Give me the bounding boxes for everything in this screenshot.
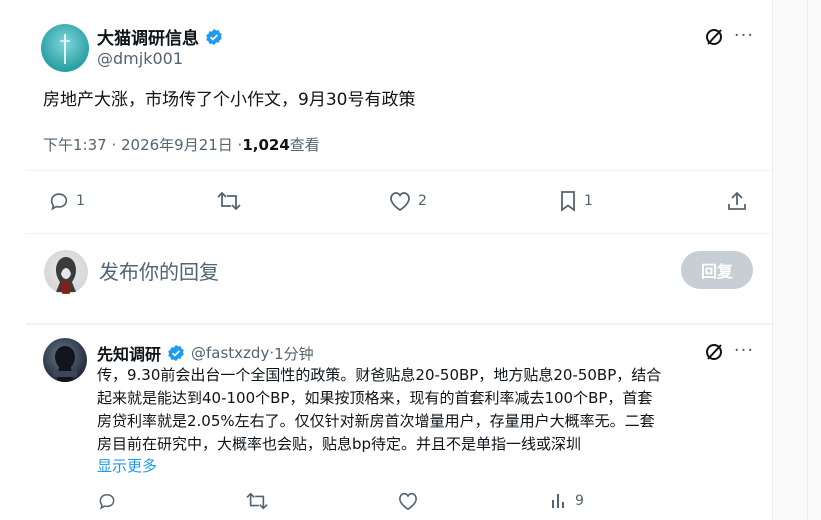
grok-icon[interactable] xyxy=(703,341,725,363)
views-action[interactable]: 9 xyxy=(549,491,584,511)
divider xyxy=(26,233,772,234)
views-icon xyxy=(552,494,564,508)
more-icon[interactable]: ··· xyxy=(733,24,755,46)
show-more-link[interactable]: 显示更多 xyxy=(97,455,157,476)
tweet-text: 房地产大涨，市场传了个小作文，9月30号有政策 xyxy=(43,90,416,110)
retweet-icon xyxy=(246,492,268,510)
reply-text: 传，9.30前会出台一个全国性的政策。财爸贴息20-50BP，地方贴息20-50… xyxy=(97,364,769,456)
views-label: 查看 xyxy=(289,136,320,154)
reply-button[interactable]: 回复 xyxy=(681,251,753,289)
reply-input[interactable]: 发布你的回复 xyxy=(99,256,219,285)
reply-text-line: 传，9.30前会出台一个全国性的政策。财爸贴息20-50BP，地方贴息20-50… xyxy=(97,366,662,384)
bookmark-icon xyxy=(561,191,575,212)
reply-count: 1 xyxy=(76,193,85,209)
reply-action[interactable]: 1 xyxy=(48,190,85,212)
reply-time[interactable]: 1分钟 xyxy=(274,343,314,364)
reply-icon xyxy=(99,493,115,510)
reply-icon xyxy=(50,193,68,211)
reply-text-line: 房目前在研究中，大概率也会贴，贴息bp待定。并且不是单指一线或深圳 xyxy=(97,435,582,453)
retweet-icon xyxy=(217,191,241,211)
reply-author-name[interactable]: 先知调研 xyxy=(97,341,161,365)
verified-badge-icon xyxy=(206,28,222,45)
current-user-avatar[interactable] xyxy=(44,250,88,294)
like-count: 2 xyxy=(418,193,427,209)
reply-text-line: 房贷利率就是2.05%左右了。仅仅针对新房首次增量用户，存量用户大概率无。二套 xyxy=(97,412,655,430)
retweet-action[interactable] xyxy=(216,190,242,212)
more-icon[interactable]: ··· xyxy=(733,339,755,361)
author-handle[interactable]: @dmjk001 xyxy=(97,49,183,68)
divider xyxy=(26,323,772,325)
author-name-row: 大猫调研信息 xyxy=(97,24,223,49)
verified-badge-icon xyxy=(168,344,184,362)
like-action[interactable]: 2 xyxy=(388,190,427,212)
gutter-edge xyxy=(807,0,821,520)
hooded-figure-icon xyxy=(56,257,76,294)
avatar-figure-icon xyxy=(60,34,70,64)
retweet-action[interactable] xyxy=(245,491,269,511)
tweet-timestamp[interactable]: 下午1:37 · 2026年9月21日 · xyxy=(43,134,242,155)
author-display-name[interactable]: 大猫调研信息 xyxy=(97,24,199,49)
tweet-detail-panel: 大猫调研信息 @dmjk001 ··· 房地产大涨，市场传了个小作文，9月30号… xyxy=(0,0,772,520)
reply-action[interactable] xyxy=(97,491,117,511)
reply-text-line: 起来就是能达到40-100个BP，如果按顶格来，现有的首套利率减去100个BP，… xyxy=(97,389,653,407)
like-icon xyxy=(390,192,410,212)
like-icon xyxy=(398,492,418,511)
bookmark-count: 1 xyxy=(584,193,593,209)
grok-icon[interactable] xyxy=(703,26,725,48)
right-gutter xyxy=(772,0,821,520)
reply-header: 先知调研 @fastxzdy · 1分钟 xyxy=(97,341,314,365)
avatar-portrait-icon xyxy=(53,346,77,382)
bookmark-action[interactable]: 1 xyxy=(558,190,593,212)
reply-author-avatar[interactable] xyxy=(43,338,87,382)
share-action[interactable] xyxy=(726,190,748,212)
tweet-meta: 下午1:37 · 2026年9月21日 · 1,024 查看 xyxy=(43,134,320,155)
views-count: 1,024 xyxy=(242,135,290,154)
divider xyxy=(26,170,772,171)
like-action[interactable] xyxy=(397,491,419,511)
views-count: 9 xyxy=(575,493,584,509)
author-avatar[interactable] xyxy=(41,24,89,72)
share-icon xyxy=(728,191,746,210)
reply-author-handle[interactable]: @fastxzdy xyxy=(191,344,269,362)
